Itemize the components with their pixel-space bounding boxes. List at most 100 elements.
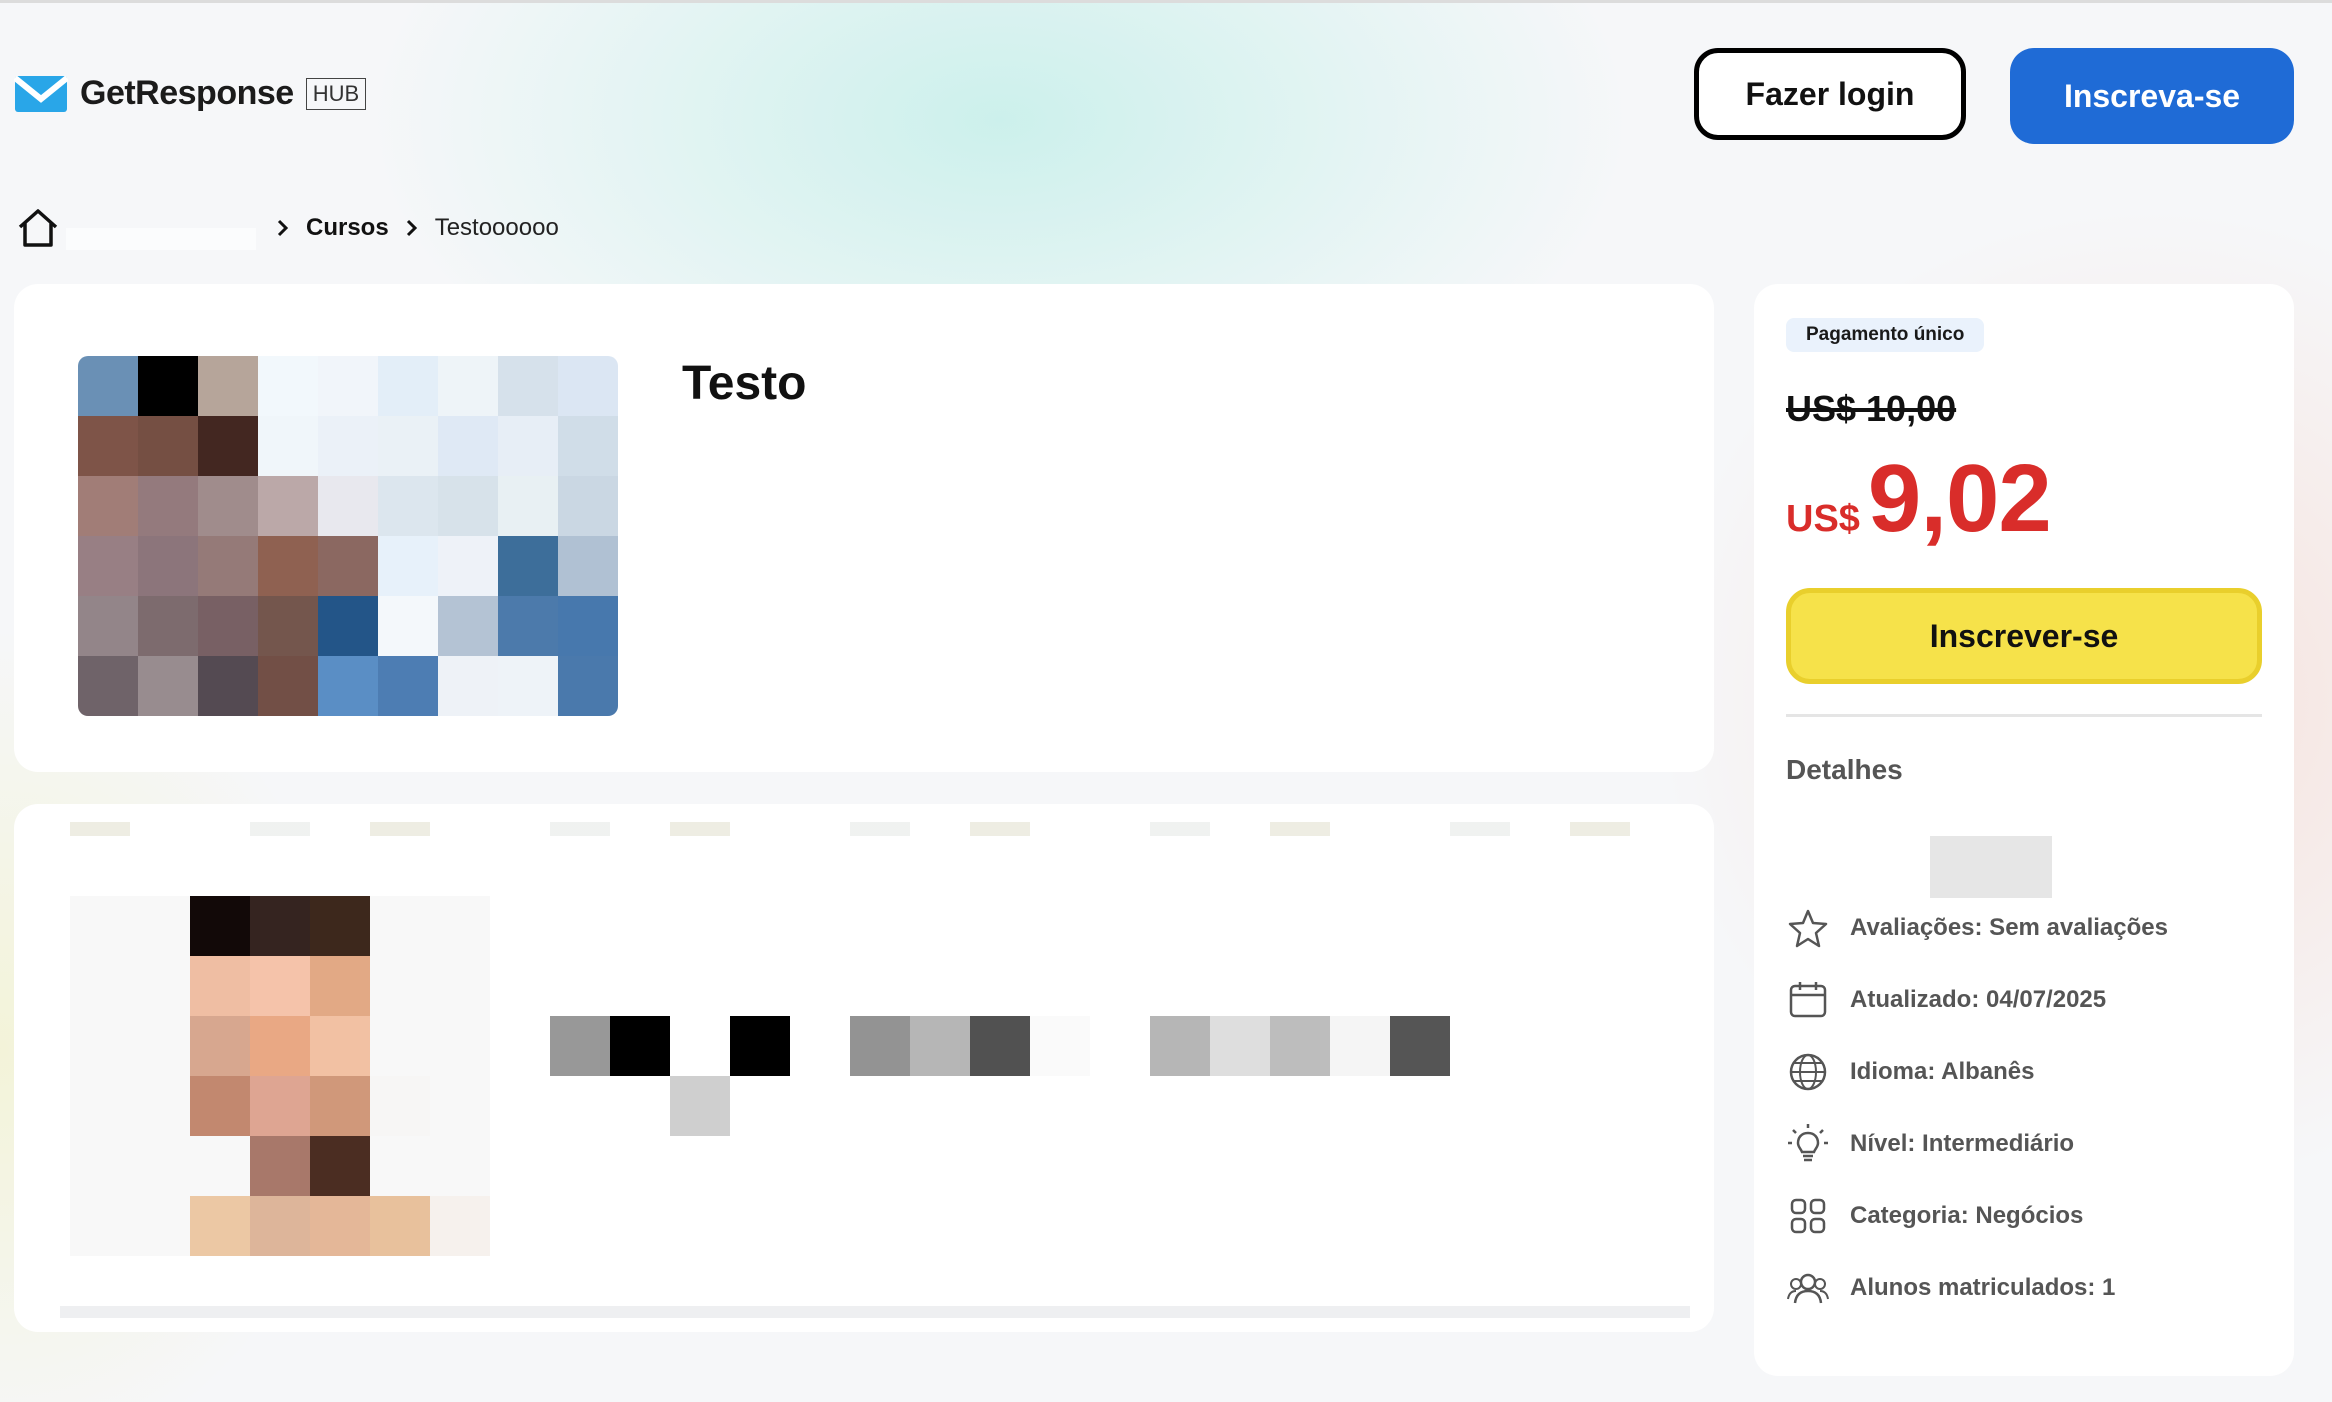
divider xyxy=(1786,714,2262,717)
blurred-pixel xyxy=(190,1016,250,1076)
blurred-pixel xyxy=(558,536,618,596)
blurred-pixel xyxy=(70,1136,130,1196)
blurred-pixel xyxy=(310,1016,370,1076)
detail-language-text: Idioma: Albanês xyxy=(1850,1058,2035,1085)
blurred-pixel xyxy=(438,536,498,596)
blurred-pixel xyxy=(258,656,318,716)
blurred-pixel xyxy=(1450,1016,1510,1076)
blurred-pixel xyxy=(1390,1076,1450,1136)
blurred-pixel xyxy=(318,356,378,416)
blurred-pixel xyxy=(130,1016,190,1076)
price-value: 9,02 xyxy=(1867,445,2052,552)
instructor-avatar xyxy=(70,896,490,1256)
blurred-pixel xyxy=(258,356,318,416)
blurred-pixel xyxy=(70,1016,130,1076)
blurred-tab-strip xyxy=(70,822,1650,836)
blurred-pixel xyxy=(370,896,430,956)
blurred-pixel xyxy=(310,896,370,956)
blurred-pixel xyxy=(558,356,618,416)
blurred-pixel xyxy=(498,356,558,416)
blurred-pixel xyxy=(198,356,258,416)
blurred-pixel xyxy=(318,476,378,536)
lightbulb-icon xyxy=(1788,1124,1828,1162)
current-price: US$ 9,02 xyxy=(1786,444,2052,554)
price-currency: US$ xyxy=(1786,498,1860,540)
horizontal-scrollbar[interactable] xyxy=(60,1306,1690,1318)
blurred-pixel xyxy=(198,476,258,536)
blurred-pixel xyxy=(1210,1016,1270,1076)
blurred-pixel xyxy=(190,1136,250,1196)
details-blurred-block xyxy=(1930,836,2052,898)
blurred-pixel xyxy=(378,596,438,656)
blurred-pixel xyxy=(1030,1016,1090,1076)
instructor-card xyxy=(14,804,1714,1332)
star-icon xyxy=(1788,909,1828,948)
blurred-pixel xyxy=(558,596,618,656)
course-image xyxy=(78,356,618,716)
breadcrumb-courses[interactable]: Cursos xyxy=(306,214,389,242)
breadcrumb-blurred-item xyxy=(66,228,256,250)
blurred-pixel xyxy=(250,1016,310,1076)
logo-hub-badge: HUB xyxy=(305,77,367,110)
blurred-pixel xyxy=(318,656,378,716)
enroll-button[interactable]: Inscrever-se xyxy=(1786,588,2262,684)
blurred-pixel xyxy=(78,536,138,596)
blurred-pixel xyxy=(438,416,498,476)
course-header-card: Testo xyxy=(14,284,1714,772)
blurred-pixel xyxy=(1270,1076,1330,1136)
blurred-pixel xyxy=(370,1016,430,1076)
blurred-pixel xyxy=(438,596,498,656)
blurred-pixel xyxy=(438,476,498,536)
blurred-pixel xyxy=(438,356,498,416)
blurred-pixel xyxy=(70,1196,130,1256)
blurred-pixel xyxy=(1030,1076,1090,1136)
blurred-pixel xyxy=(1450,1076,1510,1136)
blurred-pixel xyxy=(318,596,378,656)
blurred-pixel xyxy=(1330,1016,1390,1076)
blurred-pixel xyxy=(138,416,198,476)
blurred-pixel xyxy=(430,896,490,956)
blurred-pixel xyxy=(318,416,378,476)
blurred-pixel xyxy=(1090,1076,1150,1136)
blurred-pixel xyxy=(498,596,558,656)
calendar-icon xyxy=(1789,982,1827,1018)
detail-students: Alunos matriculados: 1 xyxy=(1786,1266,2115,1310)
blurred-pixel xyxy=(370,1076,430,1136)
blurred-pixel xyxy=(430,1016,490,1076)
blurred-pixel xyxy=(198,656,258,716)
logo[interactable]: GetResponse HUB xyxy=(14,74,367,113)
blurred-pixel xyxy=(250,1196,310,1256)
blurred-pixel xyxy=(430,1076,490,1136)
blurred-pixel xyxy=(78,416,138,476)
blurred-pixel xyxy=(378,476,438,536)
category-grid-icon xyxy=(1790,1198,1826,1234)
blurred-pixel xyxy=(198,596,258,656)
blurred-pixel xyxy=(730,1076,790,1136)
signup-button[interactable]: Inscreva-se xyxy=(2010,48,2294,144)
blurred-pixel xyxy=(438,656,498,716)
blurred-pixel xyxy=(310,1196,370,1256)
blurred-pixel xyxy=(138,356,198,416)
blurred-pixel xyxy=(70,956,130,1016)
blurred-pixel xyxy=(378,536,438,596)
payment-type-badge: Pagamento único xyxy=(1786,318,1985,352)
breadcrumb-current: Testoooooo xyxy=(434,214,559,241)
blurred-pixel xyxy=(370,1136,430,1196)
envelope-logo-icon xyxy=(14,75,68,112)
blurred-pixel xyxy=(610,1076,670,1136)
blurred-pixel xyxy=(250,1076,310,1136)
login-button[interactable]: Fazer login xyxy=(1694,48,1966,140)
detail-level-text: Nível: Intermediário xyxy=(1850,1130,2075,1157)
blurred-pixel xyxy=(130,1196,190,1256)
detail-updated: Atualizado: 04/07/2025 xyxy=(1786,978,2106,1022)
blurred-pixel xyxy=(850,1016,910,1076)
detail-category-text: Categoria: Negócios xyxy=(1850,1202,2084,1229)
home-icon[interactable] xyxy=(16,207,60,249)
blurred-pixel xyxy=(670,1076,730,1136)
detail-rating-text: Avaliações: Sem avaliações xyxy=(1850,914,2168,941)
detail-category: Categoria: Negócios xyxy=(1786,1194,2083,1238)
logo-text: GetResponse xyxy=(80,74,294,112)
blurred-pixel xyxy=(250,1136,310,1196)
blurred-pixel xyxy=(558,656,618,716)
blurred-pixel xyxy=(498,656,558,716)
